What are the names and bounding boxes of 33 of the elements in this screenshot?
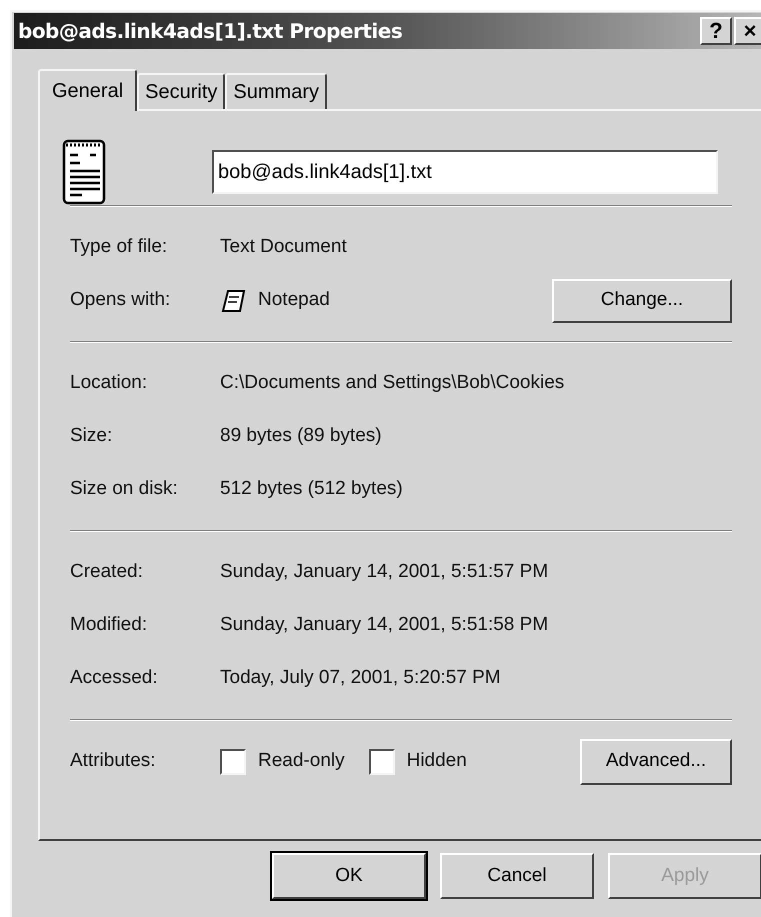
field-label: Attributes: xyxy=(70,749,157,774)
close-button[interactable]: × xyxy=(734,17,761,45)
tab[interactable]: Security xyxy=(137,73,226,109)
field-value: Text Document xyxy=(220,235,347,260)
field-value: Sunday, January 14, 2001, 5:51:57 PM xyxy=(220,560,548,584)
field-label: Accessed: xyxy=(70,666,159,690)
change-button[interactable]: Change... xyxy=(552,278,732,322)
checkbox[interactable] xyxy=(368,748,395,774)
field-value: Sunday, January 14, 2001, 5:51:58 PM xyxy=(220,613,548,638)
tab[interactable]: General xyxy=(38,69,138,111)
field-label: Opens with: xyxy=(70,288,172,312)
field-label: Size: xyxy=(70,424,114,448)
advanced-button[interactable]: Advanced... xyxy=(580,738,732,784)
field-label: Created: xyxy=(70,560,144,584)
checkbox[interactable] xyxy=(220,748,246,774)
field-value: Notepad xyxy=(258,288,330,312)
help-button[interactable]: ? xyxy=(700,17,732,45)
field-value: 89 bytes (89 bytes) xyxy=(220,424,382,448)
tab[interactable]: Summary xyxy=(225,73,327,109)
window-title: bob@ads.link4ads[1].txt Properties xyxy=(18,18,402,45)
field-label: Size on disk: xyxy=(70,477,179,502)
field-value: C:\Documents and Settings\Bob\Cookies xyxy=(220,371,564,396)
field-label: Modified: xyxy=(70,613,148,638)
checkbox-label: Read-only xyxy=(258,749,345,774)
field-value: Today, July 07, 2001, 5:20:57 PM xyxy=(220,666,501,690)
field-value: 512 bytes (512 bytes) xyxy=(220,477,403,502)
field-label: Location: xyxy=(70,371,148,396)
dialog-button[interactable]: OK xyxy=(272,853,426,899)
field-label: Type of file: xyxy=(70,235,168,260)
document-icon xyxy=(62,139,108,205)
dialog-button[interactable]: Cancel xyxy=(440,853,594,899)
checkbox-label: Hidden xyxy=(406,749,467,774)
notepad-icon xyxy=(220,288,248,314)
